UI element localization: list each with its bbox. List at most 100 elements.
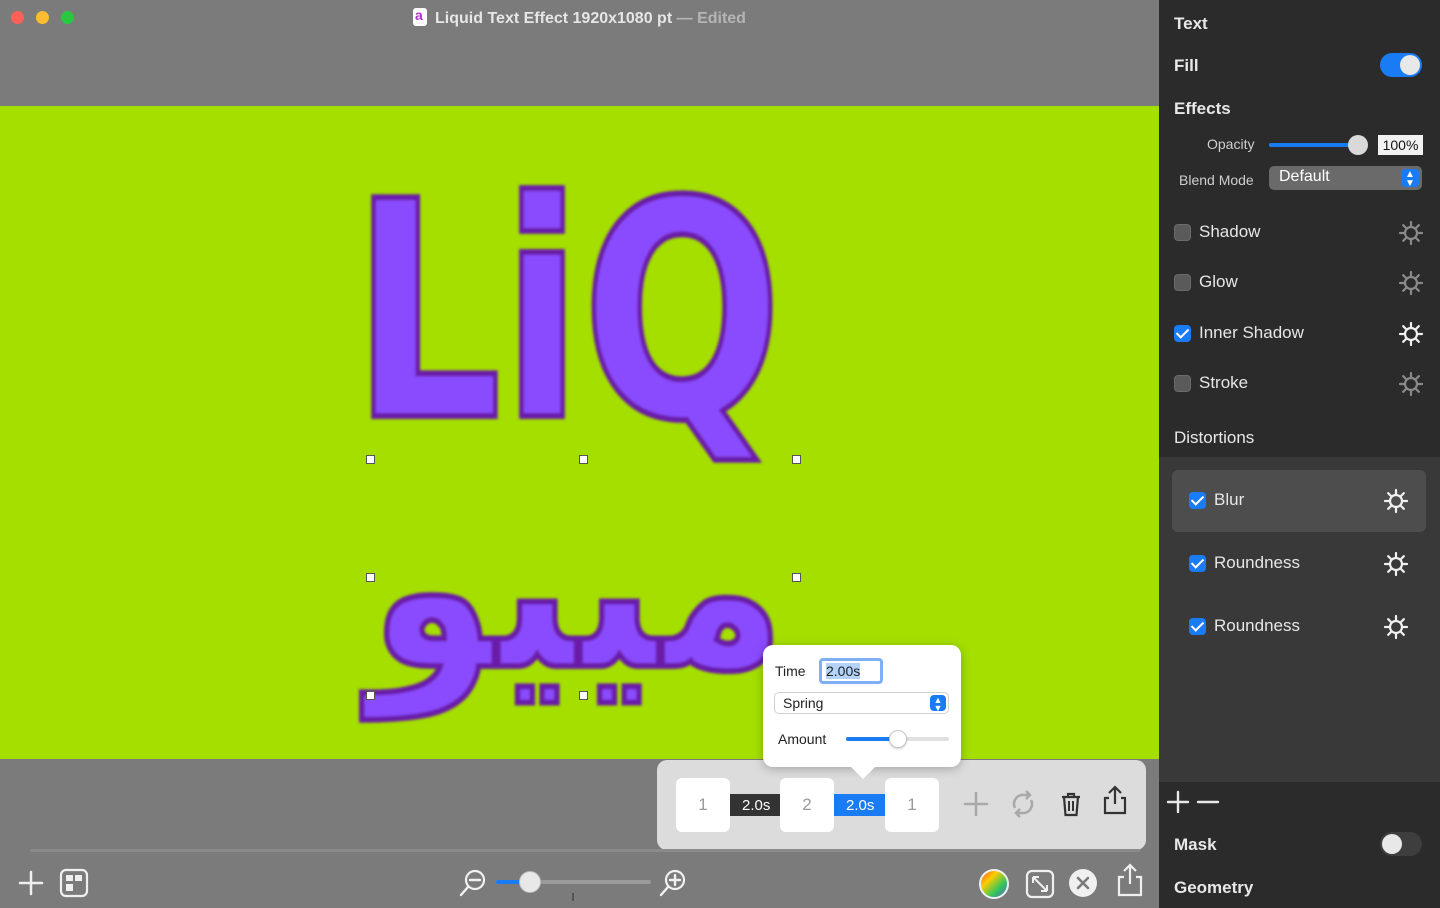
inspector-panel: Text Fill Effects Opacity 100% Blend Mod… [1159,0,1440,908]
keyframe-1[interactable]: 1 [676,778,730,832]
roundness-checkbox[interactable] [1189,555,1206,572]
gear-icon[interactable] [1398,321,1424,347]
title-bar: Liquid Text Effect 1920x1080 pt — Edited [0,0,1159,36]
keyframe-3[interactable]: 1 [885,778,939,832]
effect-row-inner-shadow[interactable]: Inner Shadow [1174,319,1424,349]
blur-checkbox[interactable] [1189,492,1206,509]
document-name: Liquid Text Effect 1920x1080 pt [435,10,673,27]
glow-label: Glow [1199,272,1238,291]
roundness-checkbox[interactable] [1189,618,1206,635]
mask-toggle-knob [1382,834,1402,854]
effect-row-shadow[interactable]: Shadow [1174,218,1424,248]
opacity-value[interactable]: 100% [1378,135,1423,155]
fill-toggle[interactable] [1380,53,1422,77]
selection-handle[interactable] [366,455,375,464]
effects-heading: Effects [1174,99,1231,118]
blur-label: Blur [1214,490,1245,509]
gear-icon[interactable] [1398,270,1424,296]
time-value: 2.00s [826,663,861,679]
effect-row-stroke[interactable]: Stroke [1174,369,1424,399]
easing-value: Spring [783,695,824,711]
resize-icon[interactable] [1025,869,1055,899]
blend-mode-value: Default [1279,168,1330,185]
transition-duration-1[interactable]: 2.0s [730,794,794,816]
gear-icon[interactable] [1383,614,1409,640]
stroke-checkbox[interactable] [1174,375,1191,392]
zoom-out-icon[interactable] [458,868,488,898]
main-window: Liquid Text Effect 1920x1080 pt — Edited… [0,0,1159,908]
geometry-heading: Geometry [1174,878,1254,897]
mask-toggle[interactable] [1380,832,1422,856]
layers-grid-icon[interactable] [59,868,89,898]
add-distortion-icon[interactable] [1166,790,1190,814]
transition-popover: Time 2.00s Spring ▲ ▼ Amount [763,645,961,779]
opacity-label: Opacity [1207,136,1255,152]
zoom-in-icon[interactable] [658,868,688,898]
close-animation-icon[interactable] [1067,867,1099,899]
title-separator: — [676,10,693,27]
zoom-tick [572,893,574,901]
mask-label: Mask [1174,835,1217,854]
effect-row-glow[interactable]: Glow [1174,268,1424,298]
design-canvas[interactable]: LiQ ﻣﯿﯿﻮ [0,106,1159,759]
loop-icon[interactable] [1007,788,1039,820]
playback-scrubber[interactable] [30,849,1140,852]
blend-mode-select[interactable]: Default ▲ ▼ [1269,166,1422,190]
amount-slider[interactable] [846,730,949,748]
window-title: Liquid Text Effect 1920x1080 pt — Edited [0,7,1159,28]
fill-toggle-knob [1400,55,1420,75]
shadow-label: Shadow [1199,222,1261,241]
blend-mode-label: Blend Mode [1179,172,1254,188]
add-keyframe-icon[interactable] [960,788,992,820]
distortion-row-roundness[interactable]: Roundness [1189,612,1439,642]
gear-icon[interactable] [1383,488,1409,514]
trash-icon[interactable] [1055,788,1087,820]
zoom-slider-knob[interactable] [519,871,541,893]
distortion-row-blur[interactable]: Blur [1189,486,1439,516]
add-layer-icon[interactable] [17,869,45,897]
opacity-slider-knob[interactable] [1348,135,1368,155]
chevron-updown-icon: ▲ ▼ [1401,169,1419,189]
selection-handle[interactable] [366,691,375,700]
roundness-label: Roundness [1214,553,1301,572]
inner-shadow-checkbox[interactable] [1174,325,1191,342]
export-icon[interactable] [1115,862,1145,898]
liquid-text-line-1[interactable]: LiQ [349,135,785,490]
selection-handle[interactable] [792,573,801,582]
time-field[interactable]: 2.00s [819,658,883,684]
distortions-list: Blur Roundness Roundness [1159,457,1440,782]
selection-handle[interactable] [579,455,588,464]
edited-status: Edited [697,10,746,27]
inspector-footer: Mask Geometry [1159,782,1440,908]
roundness-label: Roundness [1214,616,1301,635]
chevron-updown-icon: ▲ ▼ [930,695,946,713]
gear-icon[interactable] [1383,551,1409,577]
opacity-slider[interactable] [1269,135,1368,155]
amount-slider-knob[interactable] [888,730,907,748]
remove-distortion-icon[interactable] [1196,790,1220,814]
distortion-row-roundness[interactable]: Roundness [1189,549,1439,579]
text-heading: Text [1174,14,1208,33]
opacity-slider-fill [1269,143,1359,147]
selection-handle[interactable] [792,455,801,464]
glow-checkbox[interactable] [1174,274,1191,291]
keyframe-2[interactable]: 2 [780,778,834,832]
document-icon [413,7,428,26]
gear-icon[interactable] [1398,371,1424,397]
liquid-text-line-2[interactable]: ﻣﯿﯿﻮ [358,459,788,723]
selection-handle[interactable] [579,691,588,700]
liquid-text-artwork[interactable]: LiQ ﻣﯿﯿﻮ [0,106,1159,759]
shadow-checkbox[interactable] [1174,224,1191,241]
zoom-slider[interactable] [496,871,651,893]
easing-select[interactable]: Spring ▲ ▼ [774,692,949,714]
distortions-heading: Distortions [1174,428,1255,447]
transition-duration-2[interactable]: 2.0s [834,794,898,816]
color-wheel-icon[interactable] [978,868,1010,900]
fill-label: Fill [1174,56,1199,75]
amount-label: Amount [778,731,827,747]
inner-shadow-label: Inner Shadow [1199,323,1304,342]
time-label: Time [775,663,806,679]
gear-icon[interactable] [1398,220,1424,246]
selection-handle[interactable] [366,573,375,582]
share-icon[interactable] [1099,784,1131,816]
